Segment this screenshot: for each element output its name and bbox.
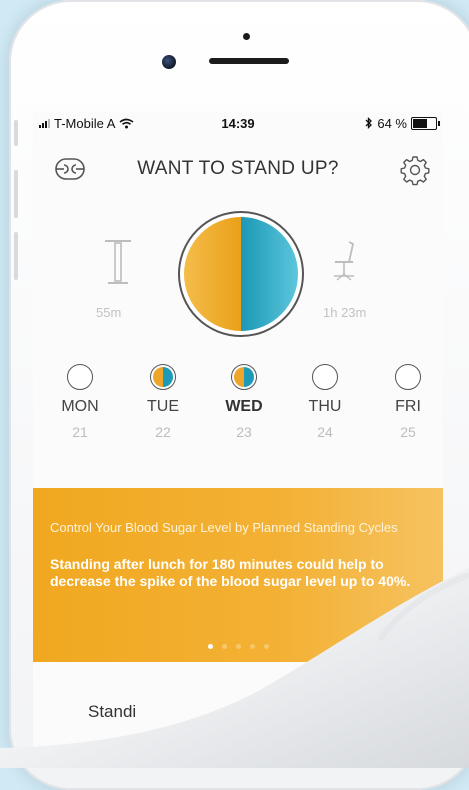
front-camera [162,55,176,69]
tip-card[interactable]: Control Your Blood Sugar Level by Planne… [33,488,443,662]
day-name: WED [225,398,263,415]
status-right: 64 % [365,115,440,131]
today-ratio-chart[interactable] [178,211,304,337]
volume-up-button [14,170,18,218]
today-ratio-ring [178,211,304,337]
day-date: 21 [72,424,88,440]
app-header: WANT TO STAND UP? [33,152,443,188]
day-indicator [395,364,421,390]
day-thu[interactable]: THU 24 [295,364,355,440]
day-date: 22 [155,424,171,440]
status-bar: T-Mobile A 14:39 64 % [33,112,443,134]
day-date: 23 [236,424,252,440]
week-days: MON 21 TUE 22 WED 23 THU 24 FRI 25 [33,364,443,454]
section-label: Standi [88,702,137,721]
gear-icon[interactable] [399,154,431,186]
standing-half [184,217,241,331]
page-title: WANT TO STAND UP? [137,158,339,179]
day-tue[interactable]: TUE 22 [133,364,193,440]
proximity-sensor [243,33,250,40]
tip-subtitle: Control Your Blood Sugar Level by Planne… [50,520,398,535]
pager-dot[interactable] [207,644,213,649]
day-name: TUE [147,398,179,415]
day-fri[interactable]: FRI 25 [378,364,438,440]
battery-percent: 64 % [377,115,407,131]
standing-time: 55m [96,305,122,320]
sitting-time: 1h 23m [323,305,367,320]
office-chair-icon [334,241,355,281]
day-name: FRI [395,398,421,415]
sitting-half [241,217,298,331]
pager-dot[interactable] [235,644,241,649]
day-name: MON [61,398,99,415]
app-screen: T-Mobile A 14:39 64 % WANT TO STAND UP? [33,112,443,768]
day-name: THU [308,398,342,415]
battery-icon [411,116,440,130]
tip-pager[interactable] [33,644,443,649]
day-date: 24 [317,424,333,440]
day-indicator [231,364,257,390]
day-wed[interactable]: WED 23 [214,364,274,440]
pager-dot[interactable] [221,644,227,649]
day-indicator [150,364,176,390]
volume-down-button [14,232,18,280]
day-indicator [67,364,93,390]
tip-body: Standing after lunch for 180 minutes cou… [50,556,411,589]
earpiece-speaker [209,58,289,64]
day-indicator [312,364,338,390]
day-mon[interactable]: MON 21 [50,364,110,440]
day-date: 25 [400,424,416,440]
pager-dot[interactable] [263,644,269,649]
mute-switch [14,120,18,146]
standing-desk-icon [105,240,131,284]
today-ratio-fill [184,217,298,331]
bluetooth-icon [365,117,373,129]
pager-dot[interactable] [249,644,255,649]
